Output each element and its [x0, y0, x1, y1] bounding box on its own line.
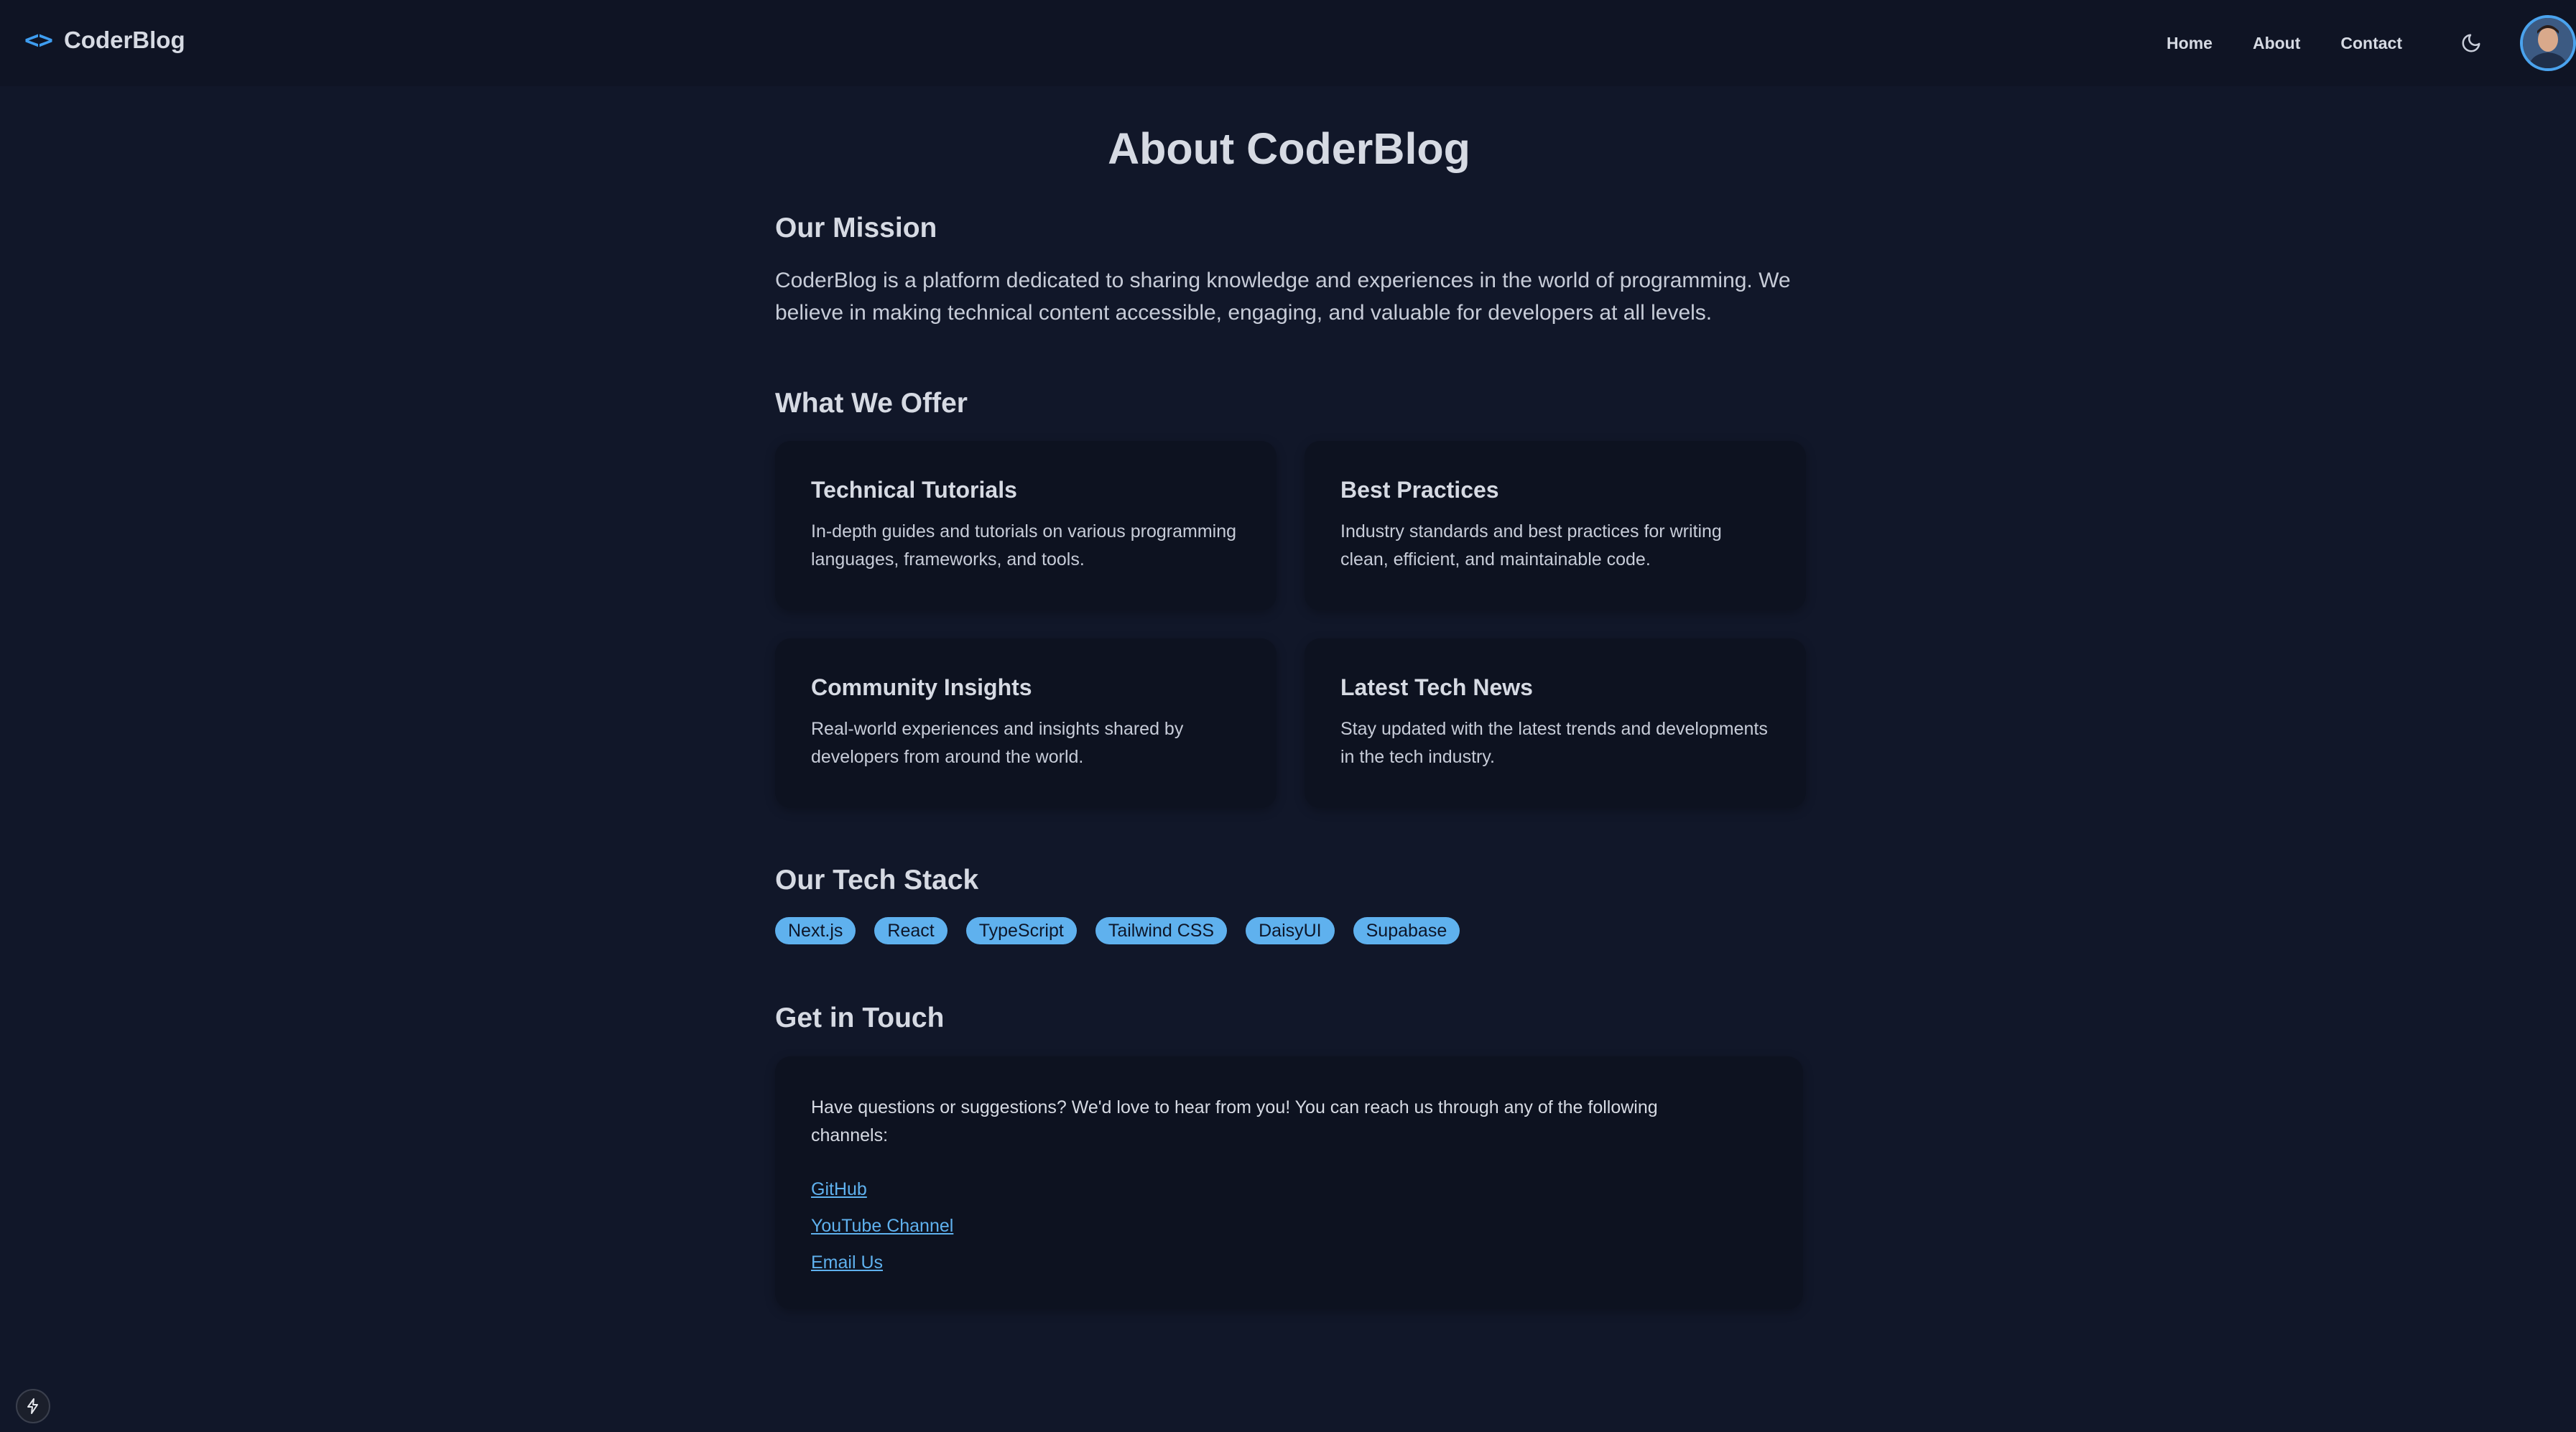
- avatar-image: [2523, 18, 2573, 68]
- nav-links: Home About Contact: [2167, 0, 2402, 86]
- offer-card-desc: In-depth guides and tutorials on various…: [811, 521, 1237, 569]
- offer-card-title: Technical Tutorials: [811, 477, 1017, 503]
- contact-link-email[interactable]: Email Us: [811, 1249, 883, 1277]
- tech-badge-daisyui: DaisyUI: [1246, 917, 1335, 944]
- nav-link-about[interactable]: About: [2253, 34, 2300, 53]
- tech-badge-tailwind: Tailwind CSS: [1095, 917, 1228, 944]
- offer-card-desc: Stay updated with the latest trends and …: [1340, 719, 1768, 767]
- page-title: About CoderBlog: [1108, 124, 1470, 173]
- contact-card: Have questions or suggestions? We'd love…: [775, 1056, 1803, 1309]
- contact-heading: Get in Touch: [775, 1003, 945, 1033]
- contact-link-youtube[interactable]: YouTube Channel: [811, 1212, 953, 1240]
- tech-stack-heading: Our Tech Stack: [775, 865, 979, 896]
- tech-badge-typescript: TypeScript: [965, 917, 1077, 944]
- dev-tools-indicator-button[interactable]: [16, 1389, 50, 1423]
- offer-heading: What We Offer: [775, 388, 968, 419]
- nav-link-contact[interactable]: Contact: [2340, 34, 2402, 53]
- offer-card-latest-tech-news: Latest Tech News Stay updated with the l…: [1305, 638, 1806, 808]
- contact-link-github[interactable]: GitHub: [811, 1176, 867, 1204]
- offer-card-community-insights: Community Insights Real-world experience…: [775, 638, 1277, 808]
- offer-card-title: Best Practices: [1340, 477, 1499, 503]
- moon-icon: [2462, 34, 2480, 52]
- brand-name: CoderBlog: [63, 27, 185, 53]
- tech-badge-react: React: [874, 917, 948, 944]
- user-avatar[interactable]: [2520, 15, 2576, 71]
- contact-intro: Have questions or suggestions? We'd love…: [811, 1097, 1658, 1145]
- tech-badge-supabase: Supabase: [1353, 917, 1460, 944]
- offer-card-title: Latest Tech News: [1340, 674, 1533, 700]
- offer-card-best-practices: Best Practices Industry standards and be…: [1305, 441, 1806, 610]
- mission-text: CoderBlog is a platform dedicated to sha…: [775, 269, 1791, 325]
- tech-badge-nextjs: Next.js: [775, 917, 856, 944]
- nav-link-home[interactable]: Home: [2167, 34, 2213, 53]
- tech-stack-list: Next.js React TypeScript Tailwind CSS Da…: [775, 917, 1460, 944]
- brand-logo-link[interactable]: <> CoderBlog: [24, 26, 185, 55]
- offer-card-desc: Industry standards and best practices fo…: [1340, 521, 1722, 569]
- offer-card-desc: Real-world experiences and insights shar…: [811, 719, 1184, 767]
- mission-heading: Our Mission: [775, 213, 937, 243]
- theme-toggle-button[interactable]: [2458, 30, 2484, 56]
- code-brackets-icon: <>: [24, 26, 53, 55]
- offer-card-title: Community Insights: [811, 674, 1032, 700]
- contact-links: GitHub YouTube Channel Email Us: [811, 1176, 1767, 1277]
- lightning-icon: [27, 1398, 38, 1414]
- navbar: <> CoderBlog Home About Contact: [0, 0, 2576, 86]
- offer-card-technical-tutorials: Technical Tutorials In-depth guides and …: [775, 441, 1277, 610]
